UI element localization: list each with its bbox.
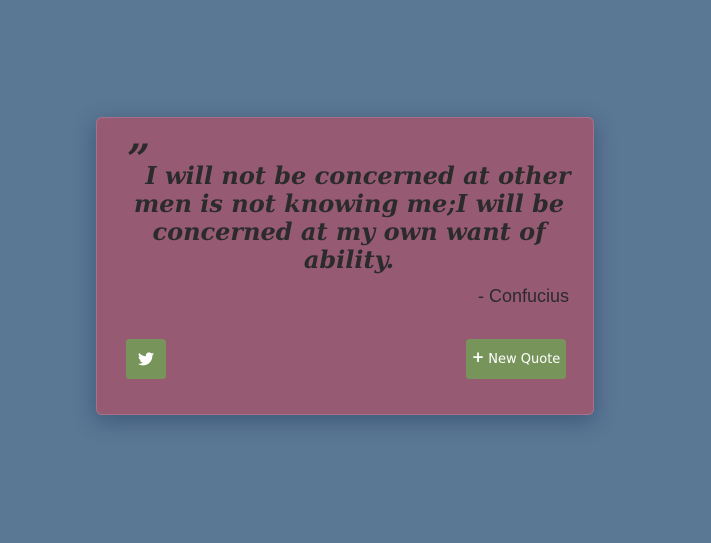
- quote-card: ” I will not be concerned at other men i…: [96, 117, 594, 415]
- new-quote-label: New Quote: [488, 351, 561, 367]
- quote-text: I will not be concerned at other men is …: [133, 161, 571, 274]
- new-quote-button[interactable]: + New Quote: [466, 339, 566, 379]
- quote-author: - Confucius: [477, 286, 569, 306]
- tweet-button[interactable]: [126, 339, 166, 379]
- plus-icon: +: [471, 348, 485, 366]
- twitter-icon: [138, 352, 154, 366]
